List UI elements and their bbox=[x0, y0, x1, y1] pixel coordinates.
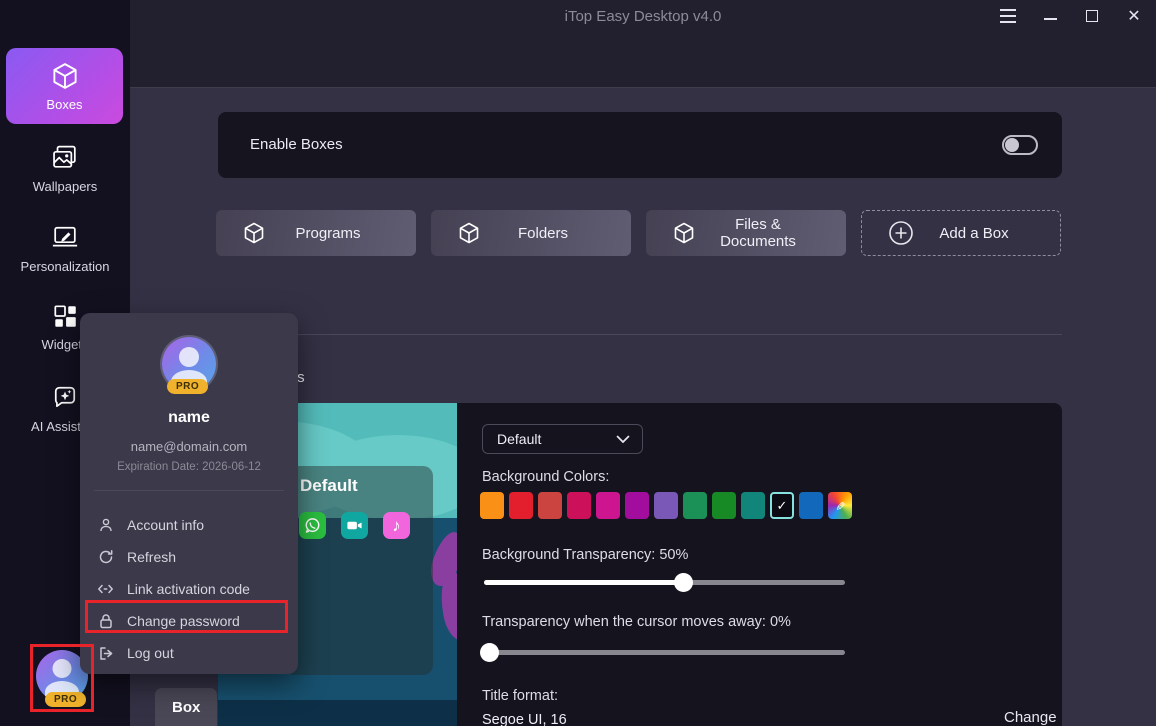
pro-badge: PRO bbox=[45, 692, 86, 707]
box-button-programs[interactable]: Programs bbox=[216, 210, 416, 256]
minimize-button[interactable] bbox=[1036, 2, 1064, 30]
slider-knob[interactable] bbox=[480, 643, 499, 662]
slider-knob[interactable] bbox=[674, 573, 693, 592]
pen-icon: ✎ bbox=[833, 500, 847, 510]
account-email: name@domain.com bbox=[80, 439, 298, 454]
profile-select[interactable]: Default bbox=[482, 424, 643, 454]
menu-item-label: Change password bbox=[127, 613, 240, 629]
sidebar-item-wallpapers[interactable]: Wallpapers bbox=[0, 142, 130, 194]
minimize-icon bbox=[1044, 18, 1057, 20]
profile-select-value: Default bbox=[497, 431, 616, 447]
widgets-icon bbox=[51, 302, 79, 330]
menu-item-label: Account info bbox=[127, 517, 204, 533]
menu-item-label: Log out bbox=[127, 645, 174, 661]
box-button-label: Programs bbox=[266, 225, 390, 242]
whatsapp-icon bbox=[299, 512, 326, 539]
preview-box-title: Default bbox=[300, 476, 358, 496]
tab-box[interactable]: Box bbox=[155, 688, 217, 726]
color-swatch[interactable] bbox=[538, 492, 562, 519]
add-a-box-button[interactable]: Add a Box bbox=[861, 210, 1061, 256]
window-controls: ✕ bbox=[994, 2, 1148, 30]
box-button-folders[interactable]: Folders bbox=[431, 210, 631, 256]
preview-default-box: Default ♪ bbox=[285, 466, 433, 675]
app-menu-button[interactable] bbox=[994, 2, 1022, 30]
box-button-label: Folders bbox=[481, 225, 605, 242]
box-button-label: Files & Documents bbox=[696, 216, 820, 250]
pro-badge: PRO bbox=[167, 379, 208, 394]
box-button-files-documents[interactable]: Files & Documents bbox=[646, 210, 846, 256]
app-window: iTop Easy Desktop v4.0 ✕ Box Appearance … bbox=[0, 0, 1156, 726]
lock-icon bbox=[97, 613, 114, 629]
color-swatch[interactable] bbox=[799, 492, 823, 519]
background-colors-label: Background Colors: bbox=[482, 469, 609, 485]
cursor-transparency-slider[interactable] bbox=[484, 650, 845, 655]
sea-deep-shape bbox=[218, 700, 457, 726]
refresh-icon bbox=[97, 549, 114, 565]
close-icon: ✕ bbox=[1127, 6, 1140, 26]
sidebar-item-boxes[interactable]: Boxes bbox=[6, 48, 123, 124]
color-swatch[interactable] bbox=[683, 492, 707, 519]
cube-icon bbox=[672, 221, 696, 245]
color-swatch[interactable] bbox=[654, 492, 678, 519]
color-swatch-selected[interactable]: ✓ bbox=[770, 492, 794, 519]
maximize-button[interactable] bbox=[1078, 2, 1106, 30]
color-swatch[interactable] bbox=[596, 492, 620, 519]
video-call-icon bbox=[341, 512, 368, 539]
hamburger-icon bbox=[1000, 9, 1016, 23]
title-format-label: Title format: bbox=[482, 688, 558, 704]
toggle-knob bbox=[1005, 138, 1019, 152]
section-divider bbox=[218, 334, 1062, 335]
background-transparency-label: Background Transparency: 50% bbox=[482, 547, 688, 563]
color-swatch[interactable] bbox=[712, 492, 736, 519]
account-popup: PRO name name@domain.com Expiration Date… bbox=[80, 313, 298, 674]
plus-circle-icon bbox=[888, 220, 914, 246]
tab-label: Box bbox=[172, 699, 200, 716]
color-swatch[interactable] bbox=[741, 492, 765, 519]
person-icon bbox=[97, 517, 114, 533]
enable-boxes-toggle[interactable] bbox=[1002, 135, 1038, 155]
background-transparency-slider[interactable] bbox=[484, 580, 845, 585]
wallpapers-icon bbox=[50, 142, 80, 172]
popup-divider bbox=[94, 490, 284, 491]
menu-item-label: Link activation code bbox=[127, 581, 250, 597]
color-swatch[interactable] bbox=[625, 492, 649, 519]
cursor-transparency-label: Transparency when the cursor moves away:… bbox=[482, 614, 791, 630]
sidebar-item-label: Personalization bbox=[21, 259, 110, 274]
slider-fill bbox=[484, 580, 683, 585]
maximize-icon bbox=[1086, 10, 1098, 22]
close-button[interactable]: ✕ bbox=[1120, 2, 1148, 30]
color-swatches: ✓✎ bbox=[480, 492, 852, 519]
ai-assistant-icon bbox=[50, 382, 80, 412]
check-icon: ✓ bbox=[777, 498, 788, 514]
logout-icon bbox=[97, 646, 114, 661]
color-swatch[interactable] bbox=[480, 492, 504, 519]
music-icon: ♪ bbox=[383, 512, 410, 539]
chevron-down-icon bbox=[616, 435, 630, 444]
menu-item-refresh[interactable]: Refresh bbox=[88, 542, 290, 572]
sidebar-item-label: Boxes bbox=[46, 97, 82, 112]
cube-icon bbox=[50, 61, 80, 91]
color-swatch[interactable] bbox=[509, 492, 533, 519]
menu-item-account-info[interactable]: Account info bbox=[88, 510, 290, 540]
personalization-icon bbox=[50, 222, 80, 252]
cube-icon bbox=[457, 221, 481, 245]
cube-icon bbox=[242, 221, 266, 245]
enable-boxes-label: Enable Boxes bbox=[250, 136, 343, 153]
sidebar-item-label: Wallpapers bbox=[33, 179, 98, 194]
change-font-link[interactable]: Change bbox=[1004, 709, 1057, 726]
menu-item-log-out[interactable]: Log out bbox=[88, 638, 290, 668]
color-swatch[interactable] bbox=[567, 492, 591, 519]
menu-item-link-activation-code[interactable]: Link activation code bbox=[88, 574, 290, 604]
menu-item-change-password[interactable]: Change password bbox=[88, 606, 290, 636]
menu-item-label: Refresh bbox=[127, 549, 176, 565]
code-icon bbox=[97, 582, 114, 596]
title-format-value: Segoe UI, 16 bbox=[482, 712, 567, 726]
sidebar-item-personalization[interactable]: Personalization bbox=[0, 222, 130, 274]
enable-boxes-card: Enable Boxes bbox=[218, 112, 1062, 178]
account-expiration: Expiration Date: 2026-06-12 bbox=[80, 461, 298, 473]
add-a-box-label: Add a Box bbox=[914, 225, 1034, 242]
account-name: name bbox=[80, 409, 298, 427]
preview-box-icons: ♪ bbox=[299, 512, 410, 539]
color-picker-swatch[interactable]: ✎ bbox=[828, 492, 852, 519]
